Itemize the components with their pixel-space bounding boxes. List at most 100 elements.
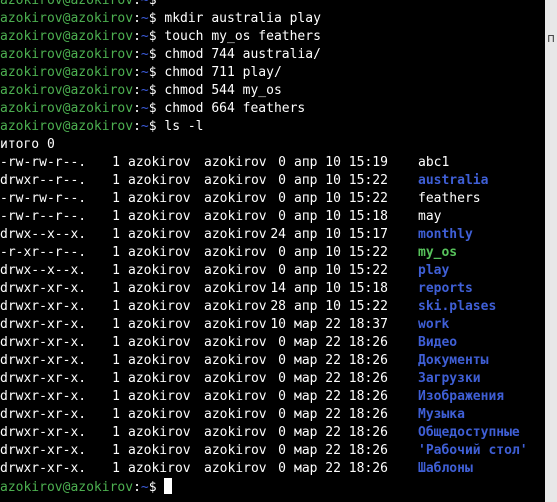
listing-row: -rw-rw-r--. 1 azokirov azokirov 0 апр 10 15:2…	[0, 190, 545, 208]
file-group: azokirov	[204, 371, 267, 386]
text-cursor[interactable]	[164, 478, 173, 494]
prompt-line: azokirov@azokirov:~$ mkdir australia pla…	[0, 10, 545, 28]
prompt-user: azokirov@azokirov	[0, 11, 134, 26]
file-links: 1	[112, 443, 120, 458]
file-group: azokirov	[204, 299, 267, 314]
file-owner: azokirov	[128, 191, 191, 206]
prompt-separator: :	[133, 65, 141, 80]
file-name: ski.plases	[418, 299, 497, 314]
command-text: chmod 711 play/	[164, 65, 282, 80]
prompt-path: ~	[140, 11, 149, 26]
file-name: may	[418, 209, 442, 224]
file-links: 1	[112, 389, 120, 404]
prompt-path: ~	[140, 101, 149, 116]
prompt-user: azokirov@azokirov	[0, 480, 134, 495]
file-group: azokirov	[204, 461, 267, 476]
file-owner: azokirov	[128, 371, 191, 386]
file-links: 1	[112, 317, 120, 332]
file-date: апр 10 15:22	[294, 173, 388, 188]
listing-row: drwxr-xr-x. 1 azokirov azokirov 0 мар 22 18:2…	[0, 406, 545, 424]
prompt-path: ~	[140, 119, 149, 134]
file-date: апр 10 15:22	[294, 191, 388, 206]
file-links: 1	[112, 227, 120, 242]
command-text: chmod 664 feathers	[164, 101, 306, 116]
file-name: Изображения	[418, 389, 505, 404]
file-name: reports	[418, 281, 473, 296]
prompt-separator: :	[133, 0, 141, 8]
file-name: play	[418, 263, 450, 278]
file-group: azokirov	[204, 245, 267, 260]
prompt-user: azokirov@azokirov	[0, 29, 134, 44]
file-permissions: -rw-rw-r--.	[0, 191, 87, 206]
file-owner: azokirov	[128, 245, 191, 260]
file-links: 1	[112, 407, 120, 422]
prompt-dollar: $	[148, 0, 157, 8]
file-links: 1	[112, 155, 120, 170]
file-size: 0	[278, 155, 286, 170]
total-line: итого 0	[0, 137, 55, 152]
command-text: ls -l	[164, 119, 204, 134]
file-group: azokirov	[204, 443, 267, 458]
listing-row: drwxr-xr-x. 1 azokirov azokirov 0 мар 22 18:2…	[0, 334, 545, 352]
file-group: azokirov	[204, 191, 267, 206]
file-date: мар 22 18:26	[294, 461, 388, 476]
file-permissions: drwx--x--x.	[0, 263, 87, 278]
file-permissions: drwxr-xr-x.	[0, 407, 87, 422]
listing-row: -rw-r--r--. 1 azokirov azokirov 0 апр 10 15:1…	[0, 208, 545, 226]
file-links: 1	[112, 281, 120, 296]
prompt-path: ~	[140, 29, 149, 44]
file-links: 1	[112, 425, 120, 440]
file-permissions: drwx--x--x.	[0, 227, 87, 242]
file-name: Загрузки	[418, 371, 481, 386]
file-name: australia	[418, 173, 489, 188]
prompt-user: azokirov@azokirov	[0, 119, 134, 134]
prompt-separator: :	[133, 101, 141, 116]
file-date: апр 10 15:18	[294, 209, 388, 224]
file-owner: azokirov	[128, 155, 191, 170]
file-owner: azokirov	[128, 443, 191, 458]
file-owner: azokirov	[128, 263, 191, 278]
file-size: 0	[278, 209, 286, 224]
file-group: azokirov	[204, 335, 267, 350]
terminal-output: azokirov@azokirov:~$ azokirov@azokirov:~…	[0, 0, 545, 496]
file-date: мар 22 18:26	[294, 335, 388, 350]
file-permissions: drwxr-xr-x.	[0, 461, 87, 476]
prompt-user: azokirov@azokirov	[0, 83, 134, 98]
prompt-dollar: $	[148, 119, 157, 134]
file-permissions: drwxr-xr-x.	[0, 335, 87, 350]
file-permissions: drwxr-xr-x.	[0, 317, 87, 332]
prompt-line: azokirov@azokirov:~$ chmod 744 australia…	[0, 46, 545, 64]
file-links: 1	[112, 263, 120, 278]
listing-row: drwx--x--x. 1 azokirov azokirov 0 апр 10 15:2…	[0, 262, 545, 280]
listing-row: drwxr-xr-x. 1 azokirov azokirov 0 мар 22 18:2…	[0, 424, 545, 442]
prompt-separator: :	[133, 47, 141, 62]
file-links: 1	[112, 191, 120, 206]
file-owner: azokirov	[128, 389, 191, 404]
file-owner: azokirov	[128, 353, 191, 368]
file-date: апр 10 15:22	[294, 299, 388, 314]
file-date: апр 10 15:19	[294, 155, 388, 170]
file-links: 1	[112, 299, 120, 314]
file-group: azokirov	[204, 227, 267, 242]
prompt-separator: :	[133, 29, 141, 44]
prompt-dollar: $	[148, 29, 157, 44]
file-group: azokirov	[204, 173, 267, 188]
file-permissions: -r-xr--r--.	[0, 245, 87, 260]
file-owner: azokirov	[128, 335, 191, 350]
file-name: monthly	[418, 227, 473, 242]
prompt-line: azokirov@azokirov:~$	[0, 0, 545, 10]
terminal-window[interactable]: azokirov@azokirov:~$ azokirov@azokirov:~…	[0, 0, 557, 502]
prompt-user: azokirov@azokirov	[0, 0, 134, 8]
file-size: 10	[270, 317, 286, 332]
file-size: 0	[278, 335, 286, 350]
file-size: 0	[278, 443, 286, 458]
file-name: my_os	[418, 245, 458, 260]
listing-row: drwxr-xr-x. 1 azokirov azokirov 14 апр 10 15:…	[0, 280, 545, 298]
file-date: мар 22 18:26	[294, 371, 388, 386]
prompt-separator: :	[133, 480, 141, 495]
file-owner: azokirov	[128, 281, 191, 296]
file-size: 0	[278, 461, 286, 476]
file-permissions: drwxr-xr-x.	[0, 299, 87, 314]
prompt-path: ~	[140, 65, 149, 80]
file-size: 0	[278, 407, 286, 422]
